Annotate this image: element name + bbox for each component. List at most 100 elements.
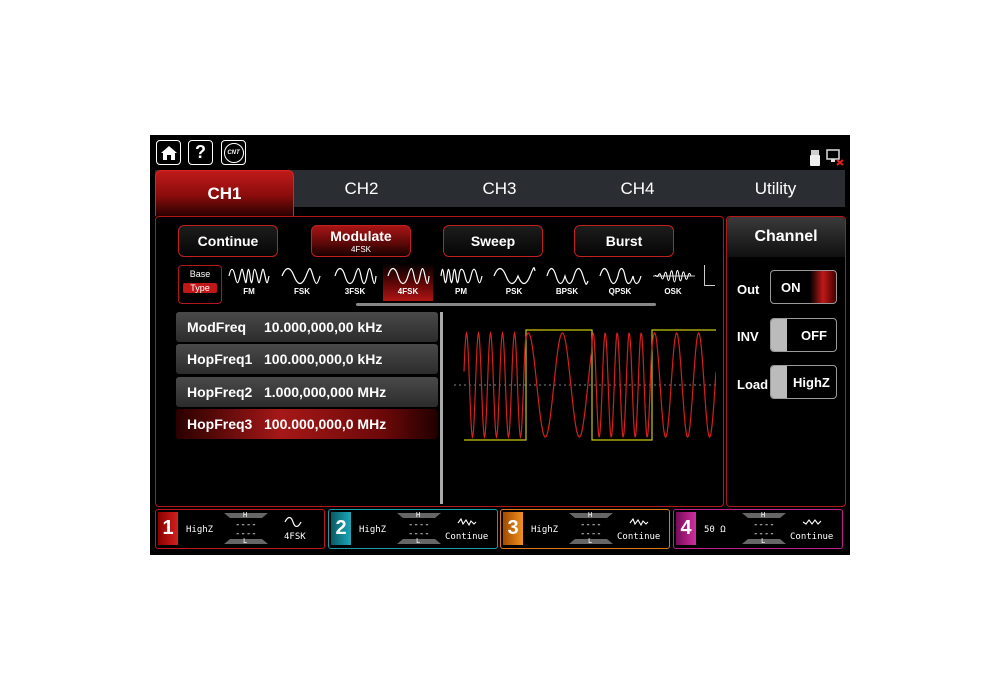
channel-load: HighZ [186,525,214,535]
waveform-plot [454,329,719,441]
tab-ch2[interactable]: CH2 [293,170,430,207]
base-label: Base [189,269,211,279]
tab-ch1[interactable]: CH1 [155,170,294,216]
mod-type-3fsk[interactable]: 3FSK [330,263,380,301]
modulate-type-label: 4FSK [350,245,371,254]
waveform-preview [454,320,719,460]
inv-toggle-knob [771,319,787,351]
low-label: L [588,537,593,545]
continue-label: Continue [197,233,259,249]
param-hopfreq1[interactable]: HopFreq1 100.000,000,0 kHz [176,344,438,374]
type-label: Type [183,283,217,293]
channel-mode: Continue [617,532,661,542]
channel-number: 4 [676,512,696,545]
arbitrary-wave-icon [457,514,477,532]
channel-number: 1 [158,512,178,545]
low-label: L [243,537,248,545]
channel-1-status[interactable]: 1 HighZ H ---- ---- L 4FSK [155,509,325,549]
load-value: HighZ [793,374,830,390]
mod-type-label: BPSK [555,287,579,296]
instrument-screen: ? CNT CH1 CH2 CH3 CH4 Utility Continue M… [150,135,850,555]
param-value: 1.000,000,000 MHz [264,384,387,400]
param-value: 10.000,000,00 kHz [264,319,383,335]
channel-mode: Continue [790,532,834,542]
high-label: H [243,511,248,519]
mod-type-label: PM [455,287,467,296]
param-label: ModFreq [187,319,247,335]
param-value: 100.000,000,0 kHz [264,351,383,367]
mod-type-label: PSK [505,287,523,296]
param-label: HopFreq3 [187,416,253,432]
load-label: Load [737,377,769,392]
sweep-label: Sweep [470,233,516,249]
mod-type-fsk[interactable]: FSK [277,263,327,301]
burst-button[interactable]: Burst [574,225,674,257]
inv-value: OFF [801,327,827,343]
inv-label: INV [737,329,759,344]
mod-type-label: 3FSK [344,287,366,296]
load-toggle-knob [771,366,787,398]
channel-load: HighZ [359,525,387,535]
sweep-button[interactable]: Sweep [443,225,543,257]
sine-wave-icon [284,514,302,532]
high-label: H [416,511,421,519]
out-value: ON [781,279,801,295]
channel-mode: Continue [445,532,489,542]
help-icon[interactable]: ? [188,140,213,165]
param-value: 100.000,000,0 MHz [264,416,387,432]
channel-4-status[interactable]: 4 50 Ω H ---- ---- L Continue [673,509,843,549]
low-label: L [416,537,421,545]
counter-icon[interactable]: CNT [221,140,246,165]
channel-level-indicator: H ---- ---- L [224,511,268,545]
out-toggle[interactable]: ON [770,270,837,304]
network-disconnected-icon [826,148,844,166]
param-modfreq[interactable]: ModFreq 10.000,000,00 kHz [176,312,438,342]
param-label: HopFreq1 [187,351,253,367]
channel-number: 3 [503,512,523,545]
channel-number: 2 [331,512,351,545]
mod-type-pm[interactable]: PM [436,263,486,301]
param-label: HopFreq2 [187,384,253,400]
low-label: L [761,537,766,545]
channel-load: HighZ [531,525,559,535]
continue-button[interactable]: Continue [178,225,278,257]
mod-type-4fsk[interactable]: 4FSK [383,263,433,301]
mod-type-label: FSK [294,287,310,296]
home-icon[interactable] [156,140,181,165]
high-label: H [588,511,593,519]
mod-type-label: FM [243,287,255,296]
mod-type-fm[interactable]: FM [224,263,274,301]
channel-load: 50 Ω [704,525,726,535]
param-hopfreq3[interactable]: HopFreq3 100.000,000,0 MHz [176,409,438,439]
modulate-label: Modulate [330,228,392,244]
mod-type-label: QPSK [608,287,632,296]
tab-ch4[interactable]: CH4 [569,170,706,207]
inv-toggle[interactable]: OFF [770,318,837,352]
modulate-button[interactable]: Modulate 4FSK [311,225,411,257]
mod-type-label: OSK [664,287,682,296]
arbitrary-wave-icon [629,514,649,532]
tab-ch3[interactable]: CH3 [431,170,568,207]
usb-icon [810,150,820,166]
channel-level-indicator: H ---- ---- L [742,511,786,545]
tab-utility[interactable]: Utility [707,170,844,207]
counter-label: CNT [223,142,244,163]
channel-level-indicator: H ---- ---- L [397,511,441,545]
base-type-selector[interactable]: Base Type [178,265,222,304]
high-label: H [761,511,766,519]
channel-2-status[interactable]: 2 HighZ H ---- ---- L Continue [328,509,498,549]
mod-type-label: 4FSK [397,287,419,296]
mod-strip-scrollbar[interactable] [356,303,656,306]
param-list-scrollbar[interactable] [440,312,443,504]
out-label: Out [737,282,760,297]
channel-3-status[interactable]: 3 HighZ H ---- ---- L Continue [500,509,670,549]
mod-type-qpsk[interactable]: QPSK [595,263,645,301]
mod-type-bpsk[interactable]: BPSK [542,263,592,301]
mod-type-psk[interactable]: PSK [489,263,539,301]
channel-level-indicator: H ---- ---- L [569,511,613,545]
load-toggle[interactable]: HighZ [770,365,837,399]
burst-label: Burst [605,233,643,249]
channel-mode: 4FSK [284,532,306,542]
mod-type-osk[interactable]: OSK [648,263,698,301]
param-hopfreq2[interactable]: HopFreq2 1.000,000,000 MHz [176,377,438,407]
